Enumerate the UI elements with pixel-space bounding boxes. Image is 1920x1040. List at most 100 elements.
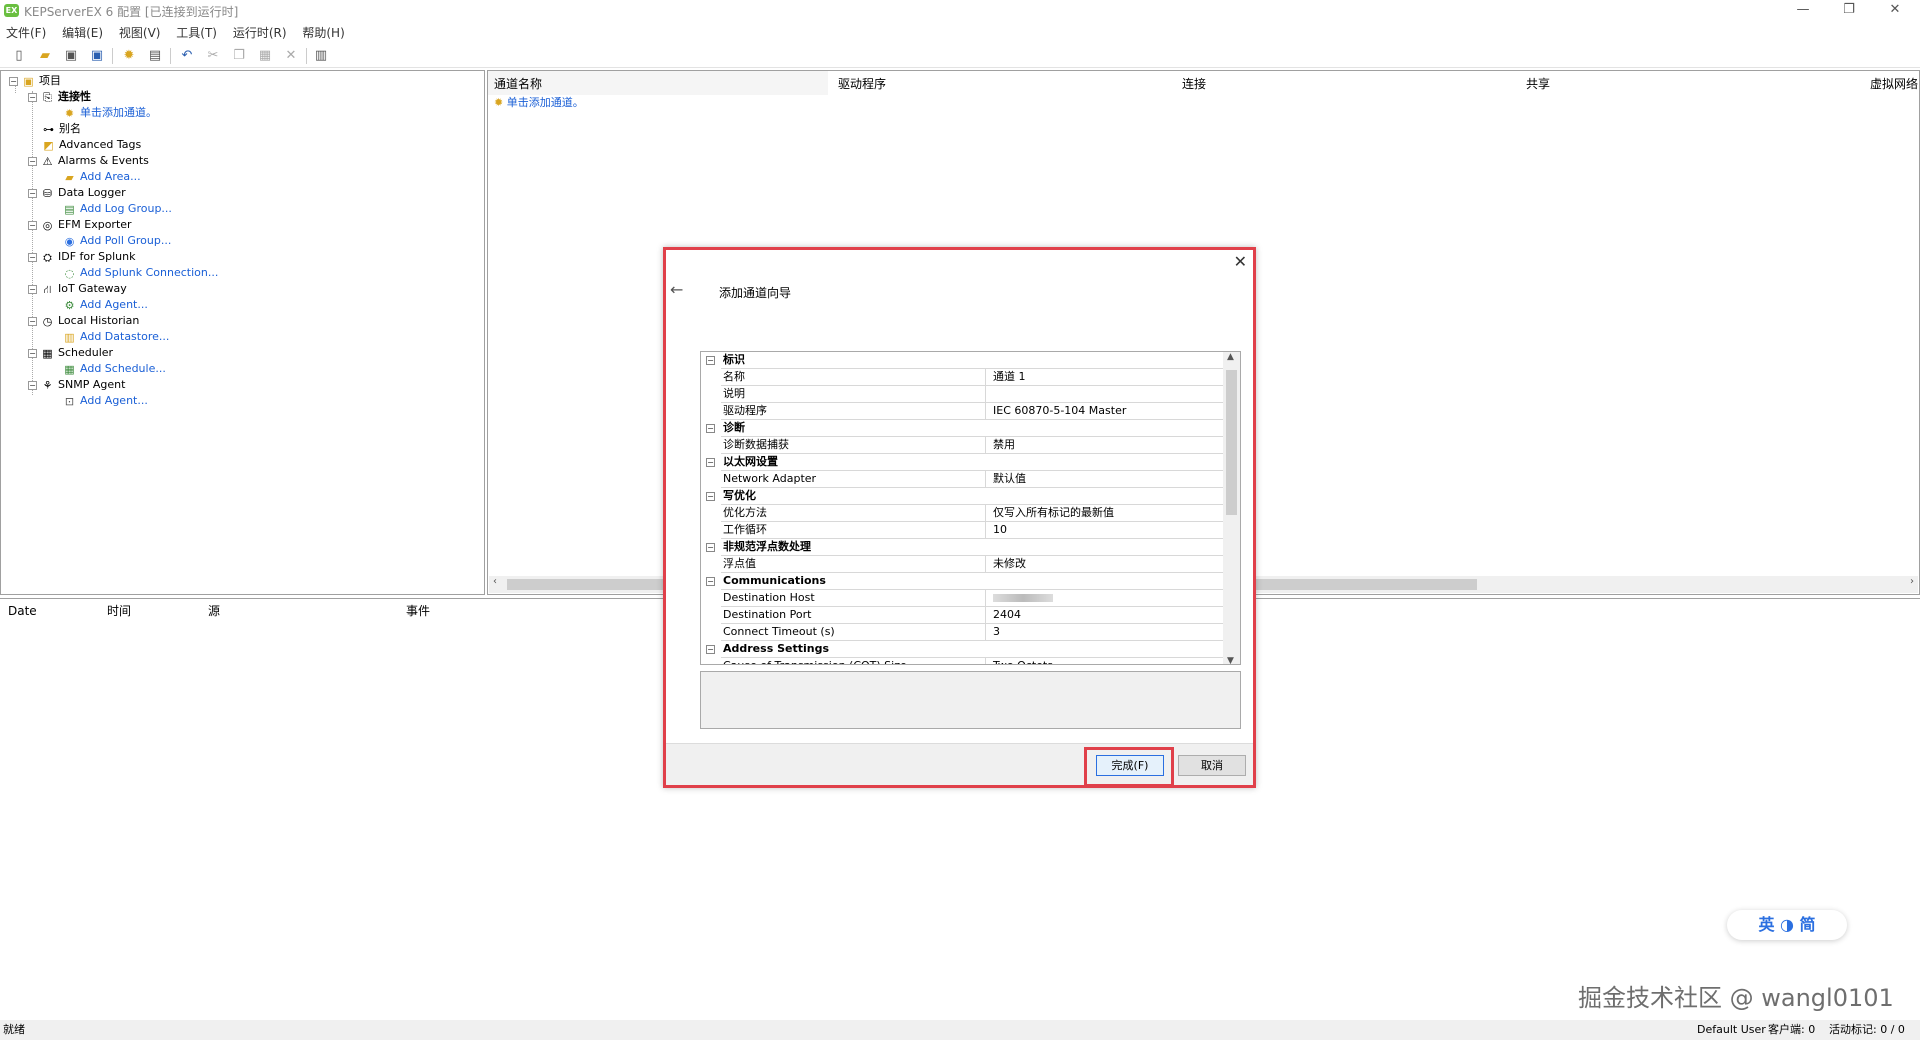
collapse-icon[interactable]: − — [28, 252, 37, 262]
new-channel-icon[interactable]: ✹ — [120, 47, 138, 65]
tree-item-scheduler[interactable]: − ▦ Scheduler — [28, 345, 113, 361]
property-row[interactable]: Destination Host — [701, 590, 1224, 607]
property-value[interactable]: 禁用 — [988, 437, 1224, 453]
menu-runtime[interactable]: 运行时(R) — [227, 22, 293, 43]
column-virtual-network[interactable]: 虚拟网络 — [1870, 75, 1918, 93]
minimize-button[interactable]: — — [1780, 0, 1826, 22]
undo-icon[interactable]: ↶ — [178, 47, 196, 65]
close-icon[interactable]: ✕ — [1234, 252, 1247, 271]
column-shared[interactable]: 共享 — [1526, 75, 1550, 93]
property-value[interactable]: 10 — [988, 522, 1224, 538]
cancel-button[interactable]: 取消 — [1178, 755, 1246, 776]
property-row[interactable]: 说明 — [701, 386, 1224, 403]
scrollbar-thumb[interactable] — [1226, 370, 1237, 515]
menu-edit[interactable]: 编辑(E) — [56, 22, 109, 43]
column-date[interactable]: Date — [8, 602, 37, 620]
tree-item-add-log-group[interactable]: ▤ Add Log Group... — [62, 201, 172, 217]
property-row[interactable]: 优化方法 仅写入所有标记的最新值 — [701, 505, 1224, 522]
tree-item-snmp-agent[interactable]: − ⚘ SNMP Agent — [28, 377, 125, 393]
column-source[interactable]: 源 — [208, 602, 220, 620]
collapse-icon[interactable]: − — [706, 577, 715, 586]
property-row[interactable]: 工作循环 10 — [701, 522, 1224, 539]
collapse-icon[interactable]: − — [706, 492, 715, 501]
property-row[interactable]: 诊断数据捕获 禁用 — [701, 437, 1224, 454]
property-row[interactable]: Cause of Transmission (COT) SizeTwo Octe… — [701, 658, 1224, 664]
property-value[interactable]: 未修改 — [988, 556, 1224, 572]
tree-item-add-poll-group[interactable]: ◉ Add Poll Group... — [62, 233, 172, 249]
property-value[interactable]: 默认值 — [988, 471, 1224, 487]
tree-item-add-schedule[interactable]: ▦ Add Schedule... — [62, 361, 166, 377]
menu-view[interactable]: 视图(V) — [113, 22, 167, 43]
tree-item-add-area[interactable]: ▰ Add Area... — [62, 169, 140, 185]
property-value[interactable]: 仅写入所有标记的最新值 — [988, 505, 1224, 521]
property-category[interactable]: − 写优化 — [701, 488, 1224, 505]
tree-item-add-channel[interactable]: ✹ 单击添加通道。 — [62, 105, 157, 121]
scroll-left-icon[interactable]: ‹ — [493, 576, 497, 587]
ime-indicator[interactable]: 英 ◑ 简 — [1727, 910, 1847, 940]
property-row[interactable]: 驱动程序 IEC 60870-5-104 Master — [701, 403, 1224, 420]
property-value[interactable]: 通道 1 — [988, 369, 1224, 385]
column-connection[interactable]: 连接 — [1182, 75, 1206, 93]
tree-root[interactable]: − ▣ 项目 — [9, 73, 61, 89]
copy-icon[interactable]: ❐ — [230, 47, 248, 65]
property-row[interactable]: Destination Port 2404 — [701, 607, 1224, 624]
tree-item-add-snmp-agent[interactable]: ⊡ Add Agent... — [62, 393, 148, 409]
scroll-up-icon[interactable]: ▲ — [1227, 352, 1234, 362]
open-folder-icon[interactable]: ▰ — [36, 47, 54, 65]
new-file-icon[interactable]: ▯ — [10, 47, 28, 65]
tree-item-efm-exporter[interactable]: − ◎ EFM Exporter — [28, 217, 132, 233]
collapse-icon[interactable]: − — [9, 76, 18, 86]
property-value[interactable] — [988, 590, 1224, 606]
column-channel-name[interactable]: 通道名称 — [494, 75, 542, 93]
save-as-icon[interactable]: ▣ — [88, 47, 106, 65]
tree-item-advanced-tags[interactable]: ◩ Advanced Tags — [41, 137, 141, 153]
property-value[interactable]: Two Octets — [988, 658, 1224, 664]
tree-item-add-splunk-connection[interactable]: ◌ Add Splunk Connection... — [62, 265, 219, 281]
property-row[interactable]: Connect Timeout (s) 3 — [701, 624, 1224, 641]
collapse-icon[interactable]: − — [28, 284, 37, 294]
tree-item-alarms-events[interactable]: − ⚠ Alarms & Events — [28, 153, 149, 169]
column-event[interactable]: 事件 — [406, 602, 430, 620]
back-arrow-icon[interactable]: ← — [670, 280, 683, 299]
delete-icon[interactable]: ✕ — [282, 47, 300, 65]
column-time[interactable]: 时间 — [107, 602, 131, 620]
collapse-icon[interactable]: − — [706, 356, 715, 365]
property-category[interactable]: − Communications — [701, 573, 1224, 590]
restore-button[interactable]: ❐ — [1826, 0, 1872, 22]
collapse-icon[interactable]: − — [28, 220, 37, 230]
collapse-icon[interactable]: − — [28, 156, 37, 166]
cut-icon[interactable]: ✂ — [204, 47, 222, 65]
property-row[interactable]: Network Adapter 默认值 — [701, 471, 1224, 488]
property-row[interactable]: 名称 通道 1 — [701, 369, 1224, 386]
tree-item-idf-splunk[interactable]: − ⛭ IDF for Splunk — [28, 249, 136, 265]
collapse-icon[interactable]: − — [28, 316, 37, 326]
menu-file[interactable]: 文件(F) — [0, 22, 52, 43]
tree-item-iot-gateway[interactable]: − ⛙ IoT Gateway — [28, 281, 127, 297]
property-value[interactable]: IEC 60870-5-104 Master — [988, 403, 1224, 419]
new-device-icon[interactable]: ▤ — [146, 47, 164, 65]
collapse-icon[interactable]: − — [706, 458, 715, 467]
tree-item-add-datastore[interactable]: ▥ Add Datastore... — [62, 329, 169, 345]
save-icon[interactable]: ▣ — [62, 47, 80, 65]
close-window-button[interactable]: ✕ — [1872, 0, 1918, 22]
paste-icon[interactable]: ▦ — [256, 47, 274, 65]
property-row[interactable]: 浮点值 未修改 — [701, 556, 1224, 573]
collapse-icon[interactable]: − — [28, 92, 37, 102]
property-category[interactable]: − 以太网设置 — [701, 454, 1224, 471]
list-add-channel[interactable]: ✹ 单击添加通道。 — [494, 95, 584, 111]
tree-item-data-logger[interactable]: − ⛁ Data Logger — [28, 185, 126, 201]
collapse-icon[interactable]: − — [706, 645, 715, 654]
scroll-right-icon[interactable]: › — [1910, 576, 1914, 587]
collapse-icon[interactable]: − — [28, 380, 37, 390]
property-category[interactable]: − 标识 — [701, 352, 1224, 369]
collapse-icon[interactable]: − — [706, 543, 715, 552]
tree-item-add-iot-agent[interactable]: ⚙ Add Agent... — [62, 297, 148, 313]
property-category[interactable]: − 非规范浮点数处理 — [701, 539, 1224, 556]
property-value[interactable]: 2404 — [988, 607, 1224, 623]
tree-item-connectivity[interactable]: − ⎘ 连接性 — [28, 89, 91, 105]
property-category[interactable]: − Address Settings — [701, 641, 1224, 658]
column-driver[interactable]: 驱动程序 — [838, 75, 886, 93]
tree-item-alias[interactable]: ⊶ 别名 — [41, 121, 81, 137]
property-category[interactable]: − 诊断 — [701, 420, 1224, 437]
menu-tools[interactable]: 工具(T) — [170, 22, 223, 43]
